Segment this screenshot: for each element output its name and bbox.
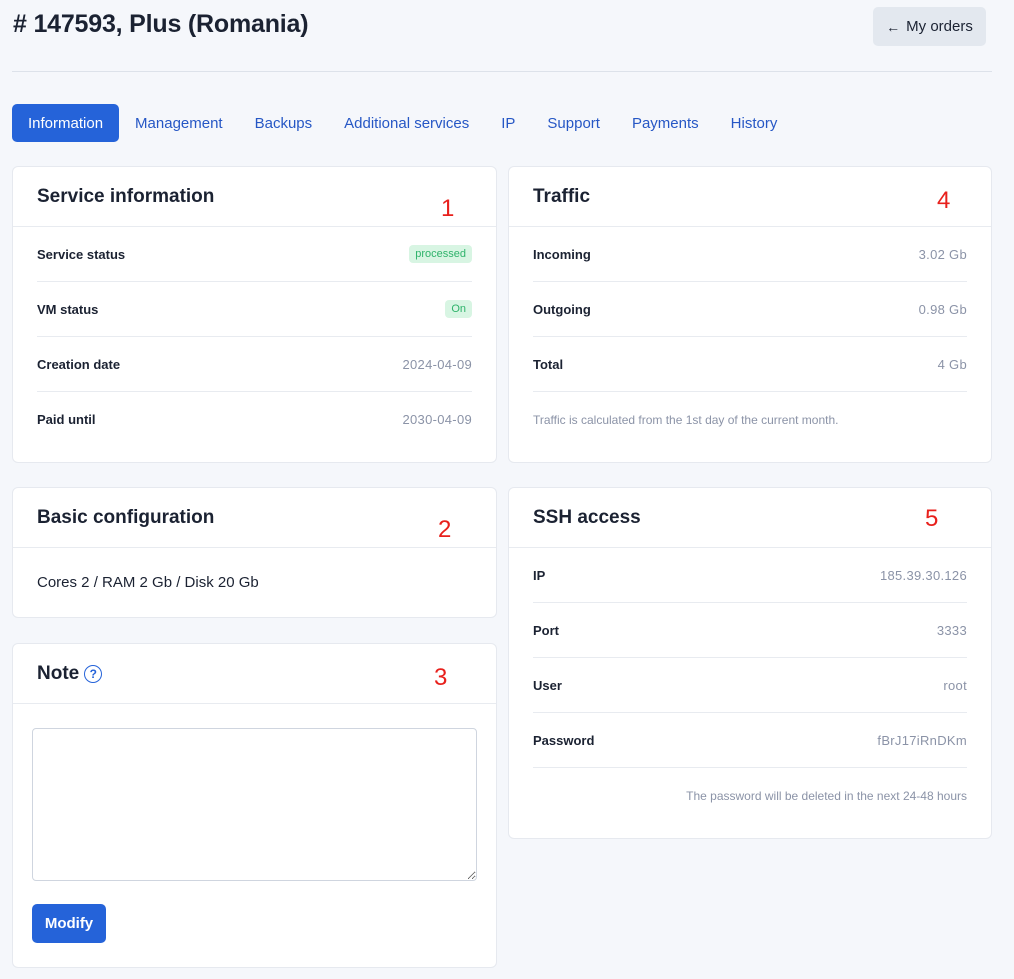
card-title: Note xyxy=(37,662,80,684)
basic-config-card: Basic configuration 2 Cores 2 / RAM 2 Gb… xyxy=(12,487,497,618)
row-label: VM status xyxy=(37,301,99,317)
card-marker: 4 xyxy=(937,187,951,214)
info-row: Service status processed xyxy=(37,227,472,282)
help-icon[interactable]: ? xyxy=(84,664,103,683)
my-orders-button[interactable]: ← My orders xyxy=(873,7,986,46)
vm-status-badge: On xyxy=(445,300,472,318)
tab-additional-services[interactable]: Additional services xyxy=(328,104,485,142)
row-value: 4 Gb xyxy=(937,356,967,372)
service-info-card: Service information 1 Service status pro… xyxy=(12,166,497,463)
row-label: Creation date xyxy=(37,356,121,372)
traffic-row: Total 4 Gb xyxy=(533,337,967,392)
row-value: root xyxy=(943,677,967,693)
row-label: Password xyxy=(533,732,595,748)
row-value: fBrJ17iRnDKm xyxy=(877,732,967,748)
row-value: 3.02 Gb xyxy=(918,246,967,262)
row-value: 2024-04-09 xyxy=(402,356,472,372)
tab-ip[interactable]: IP xyxy=(485,104,531,142)
traffic-row: Outgoing 0.98 Gb xyxy=(533,282,967,337)
note-header: Note ? 3 xyxy=(13,644,496,704)
traffic-card: Traffic 4 Incoming 3.02 Gb Outgoing 0.98… xyxy=(508,166,992,463)
ssh-footnote-row: The password will be deleted in the next… xyxy=(533,768,967,823)
note-textarea[interactable] xyxy=(32,728,477,881)
tab-management[interactable]: Management xyxy=(119,104,239,142)
ssh-header: SSH access 5 xyxy=(509,488,991,548)
note-card: Note ? 3 Modify xyxy=(12,643,497,968)
page-title: # 147593, Plus (Romania) xyxy=(13,10,309,38)
traffic-row: Incoming 3.02 Gb xyxy=(533,227,967,282)
ssh-row: Password fBrJ17iRnDKm xyxy=(533,713,967,768)
row-value: 3333 xyxy=(936,622,967,638)
card-title: Traffic xyxy=(533,185,591,207)
card-title: SSH access xyxy=(533,506,641,528)
card-marker: 1 xyxy=(441,195,455,222)
card-title: Service information xyxy=(37,185,215,207)
status-badge: processed xyxy=(409,245,472,263)
traffic-footnote: Traffic is calculated from the 1st day o… xyxy=(533,412,839,427)
title-divider xyxy=(12,71,992,72)
row-label: User xyxy=(533,677,562,693)
info-row: VM status On xyxy=(37,282,472,337)
card-marker: 5 xyxy=(925,505,939,532)
row-label: Outgoing xyxy=(533,301,591,317)
arrow-left-icon: ← xyxy=(886,18,901,35)
basic-config-header: Basic configuration 2 xyxy=(13,488,496,548)
tab-history[interactable]: History xyxy=(715,104,794,142)
row-label: Total xyxy=(533,356,564,372)
ssh-footnote: The password will be deleted in the next… xyxy=(686,788,967,803)
service-info-header: Service information 1 xyxy=(13,167,496,227)
tab-bar: Information Management Backups Additiona… xyxy=(12,104,793,142)
card-marker: 3 xyxy=(434,664,448,691)
my-orders-label: My orders xyxy=(906,18,973,35)
info-row: Creation date 2024-04-09 xyxy=(37,337,472,392)
ssh-row: IP 185.39.30.126 xyxy=(533,548,967,603)
config-summary: Cores 2 / RAM 2 Gb / Disk 20 Gb xyxy=(37,574,259,591)
row-label: Service status xyxy=(37,246,126,262)
tab-support[interactable]: Support xyxy=(531,104,616,142)
row-value: 2030-04-09 xyxy=(402,412,472,427)
row-label: IP xyxy=(533,567,546,583)
tab-payments[interactable]: Payments xyxy=(616,104,715,142)
row-label: Incoming xyxy=(533,246,591,262)
row-value: 185.39.30.126 xyxy=(879,567,967,583)
info-row: Paid until 2030-04-09 xyxy=(37,392,472,447)
traffic-footnote-row: Traffic is calculated from the 1st day o… xyxy=(533,392,967,447)
ssh-access-card: SSH access 5 IP 185.39.30.126 Port 3333 … xyxy=(508,487,992,839)
row-value: 0.98 Gb xyxy=(918,301,967,317)
row-label: Port xyxy=(533,622,559,638)
traffic-header: Traffic 4 xyxy=(509,167,991,227)
tab-backups[interactable]: Backups xyxy=(239,104,329,142)
card-marker: 2 xyxy=(438,516,452,543)
row-label: Paid until xyxy=(37,412,96,427)
card-title: Basic configuration xyxy=(37,506,215,528)
modify-button[interactable]: Modify xyxy=(32,904,106,943)
tab-information[interactable]: Information xyxy=(12,104,120,142)
ssh-row: Port 3333 xyxy=(533,603,967,658)
ssh-row: User root xyxy=(533,658,967,713)
